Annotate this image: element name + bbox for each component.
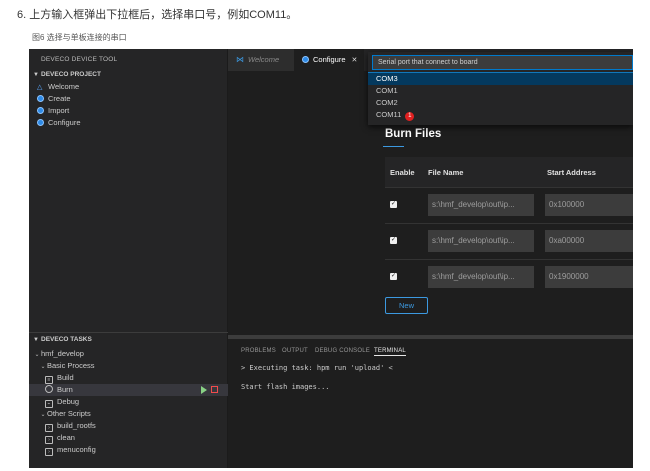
build-icon: ≡ [45,376,53,384]
task-group-other[interactable]: ⌄Other Scripts [29,408,228,420]
column-file-name: File Name [428,168,464,177]
port-option-label: COM11 [376,110,402,119]
task-script[interactable]: › build_rootfs [29,420,228,432]
terminal-line: Start flash images... [241,383,330,391]
tasks-section-label: DEVECO TASKS [41,336,92,343]
run-icon[interactable] [201,386,207,394]
new-button[interactable]: New [385,297,428,314]
burn-files-title: Burn Files [385,128,442,140]
title-underline [383,146,404,147]
deveco-circle-icon [37,95,44,102]
task-project-label: hmf_develop [41,349,84,358]
task-label: menuconfig [57,445,96,454]
task-debug[interactable]: ⌁ Debug [29,396,228,408]
file-name-input[interactable]: s:\hmf_develop\out\ip... [428,194,534,216]
project-item-label: Import [48,106,70,115]
terminal-line: > Executing task: hpm run 'upload' < [241,364,393,372]
task-label: Burn [57,385,73,394]
stop-icon[interactable] [211,386,218,393]
debug-icon: ⌁ [45,400,53,408]
project-item-welcome[interactable]: △ Welcome [29,81,228,93]
task-build[interactable]: ≡ Build [29,372,228,384]
start-address-input[interactable]: 0x1900000 [545,266,633,288]
task-group-label: Basic Process [47,361,95,370]
port-option-com11[interactable]: COM11 1 [368,109,633,121]
figure-caption: 图6 选择与单板连接的串口 [32,33,127,42]
ide-screenshot: DEVECO DEVICE TOOL ▼ DEVECO PROJECT △ Welc… [29,49,633,468]
doc-step-text: 6. 上方输入框弹出下拉框后，选择串口号，例如COM11。 [17,9,298,21]
panel-tab-terminal[interactable]: TERMINAL [374,348,406,356]
task-script[interactable]: › clean [29,432,228,444]
port-option-com3[interactable]: COM3 [368,73,633,85]
panel-tab-debug-console[interactable]: DEBUG CONSOLE [315,348,370,354]
serial-port-quick-pick: Serial port that connect to board COM3 C… [368,52,633,125]
start-address-input[interactable]: 0xa00000 [545,230,633,252]
task-label: Build [57,373,74,382]
tasks-section-header[interactable]: ▼ DEVECO TASKS [29,334,228,346]
task-burn[interactable]: Burn [29,384,228,396]
chevron-down-icon: ▼ [33,337,39,343]
task-label: clean [57,433,75,442]
burn-icon [45,385,53,393]
sidebar-title: DEVECO DEVICE TOOL [41,56,118,63]
task-label: Debug [57,397,80,406]
table-row: ✓ s:\hmf_develop\out\ip... 0xa00000 [385,223,633,259]
script-icon: › [45,448,53,456]
tasks-panel: ▼ DEVECO TASKS ⌄hmf_develop ⌄Basic Proces… [29,332,228,468]
step-badge: 1 [405,112,415,121]
task-script[interactable]: › menuconfig [29,444,228,456]
sidebar: DEVECO DEVICE TOOL ▼ DEVECO PROJECT △ Welc… [29,49,228,468]
port-option-com2[interactable]: COM2 [368,97,633,109]
enable-checkbox[interactable]: ✓ [390,237,397,244]
vscode-icon: ⋈ [236,55,244,64]
start-address-input[interactable]: 0x100000 [545,194,633,216]
task-project[interactable]: ⌄hmf_develop [29,348,228,360]
script-icon: › [45,424,53,432]
panel-tab-output[interactable]: OUTPUT [282,348,308,354]
column-start-address: Start Address [547,168,596,177]
file-name-input[interactable]: s:\hmf_develop\out\ip... [428,230,534,252]
close-icon[interactable]: ✕ [352,57,358,64]
file-name-input[interactable]: s:\hmf_develop\out\ip... [428,266,534,288]
deveco-circle-icon [302,56,309,63]
project-section-label: DEVECO PROJECT [41,71,101,78]
task-group-label: Other Scripts [47,409,91,418]
enable-checkbox[interactable]: ✓ [390,273,397,280]
project-item-configure[interactable]: Configure [29,117,228,129]
tab-label: Welcome [248,55,280,64]
project-item-label: Create [48,94,71,103]
table-row: ✓ s:\hmf_develop\out\ip... 0x1900000 [385,259,633,295]
project-item-create[interactable]: Create [29,93,228,105]
tab-welcome[interactable]: ⋈ Welcome [228,49,294,71]
project-item-label: Configure [48,118,81,127]
project-list: △ Welcome Create Import Configure [29,81,228,129]
enable-checkbox[interactable]: ✓ [390,201,397,208]
column-enable: Enable [390,168,415,177]
script-icon: › [45,436,53,444]
deveco-circle-icon [37,107,44,114]
burn-table-header: Enable File Name Start Address [385,157,633,187]
tab-configure[interactable]: Configure ✕ [294,49,364,71]
task-label: build_rootfs [57,421,96,430]
tab-label: Configure [313,55,346,64]
task-group-basic[interactable]: ⌄Basic Process [29,360,228,372]
table-row: ✓ s:\hmf_develop\out\ip... 0x100000 [385,187,633,223]
panel-tab-problems[interactable]: PROBLEMS [241,348,276,354]
serial-port-input[interactable]: Serial port that connect to board [372,55,633,70]
project-item-import[interactable]: Import [29,105,228,117]
deveco-circle-icon [37,119,44,126]
bottom-panel: PROBLEMS OUTPUT DEBUG CONSOLE TERMINAL >… [228,335,633,468]
project-item-label: Welcome [48,82,80,91]
chevron-down-icon: ▼ [33,72,39,78]
project-section-header[interactable]: ▼ DEVECO PROJECT [29,69,228,81]
port-option-com1[interactable]: COM1 [368,85,633,97]
